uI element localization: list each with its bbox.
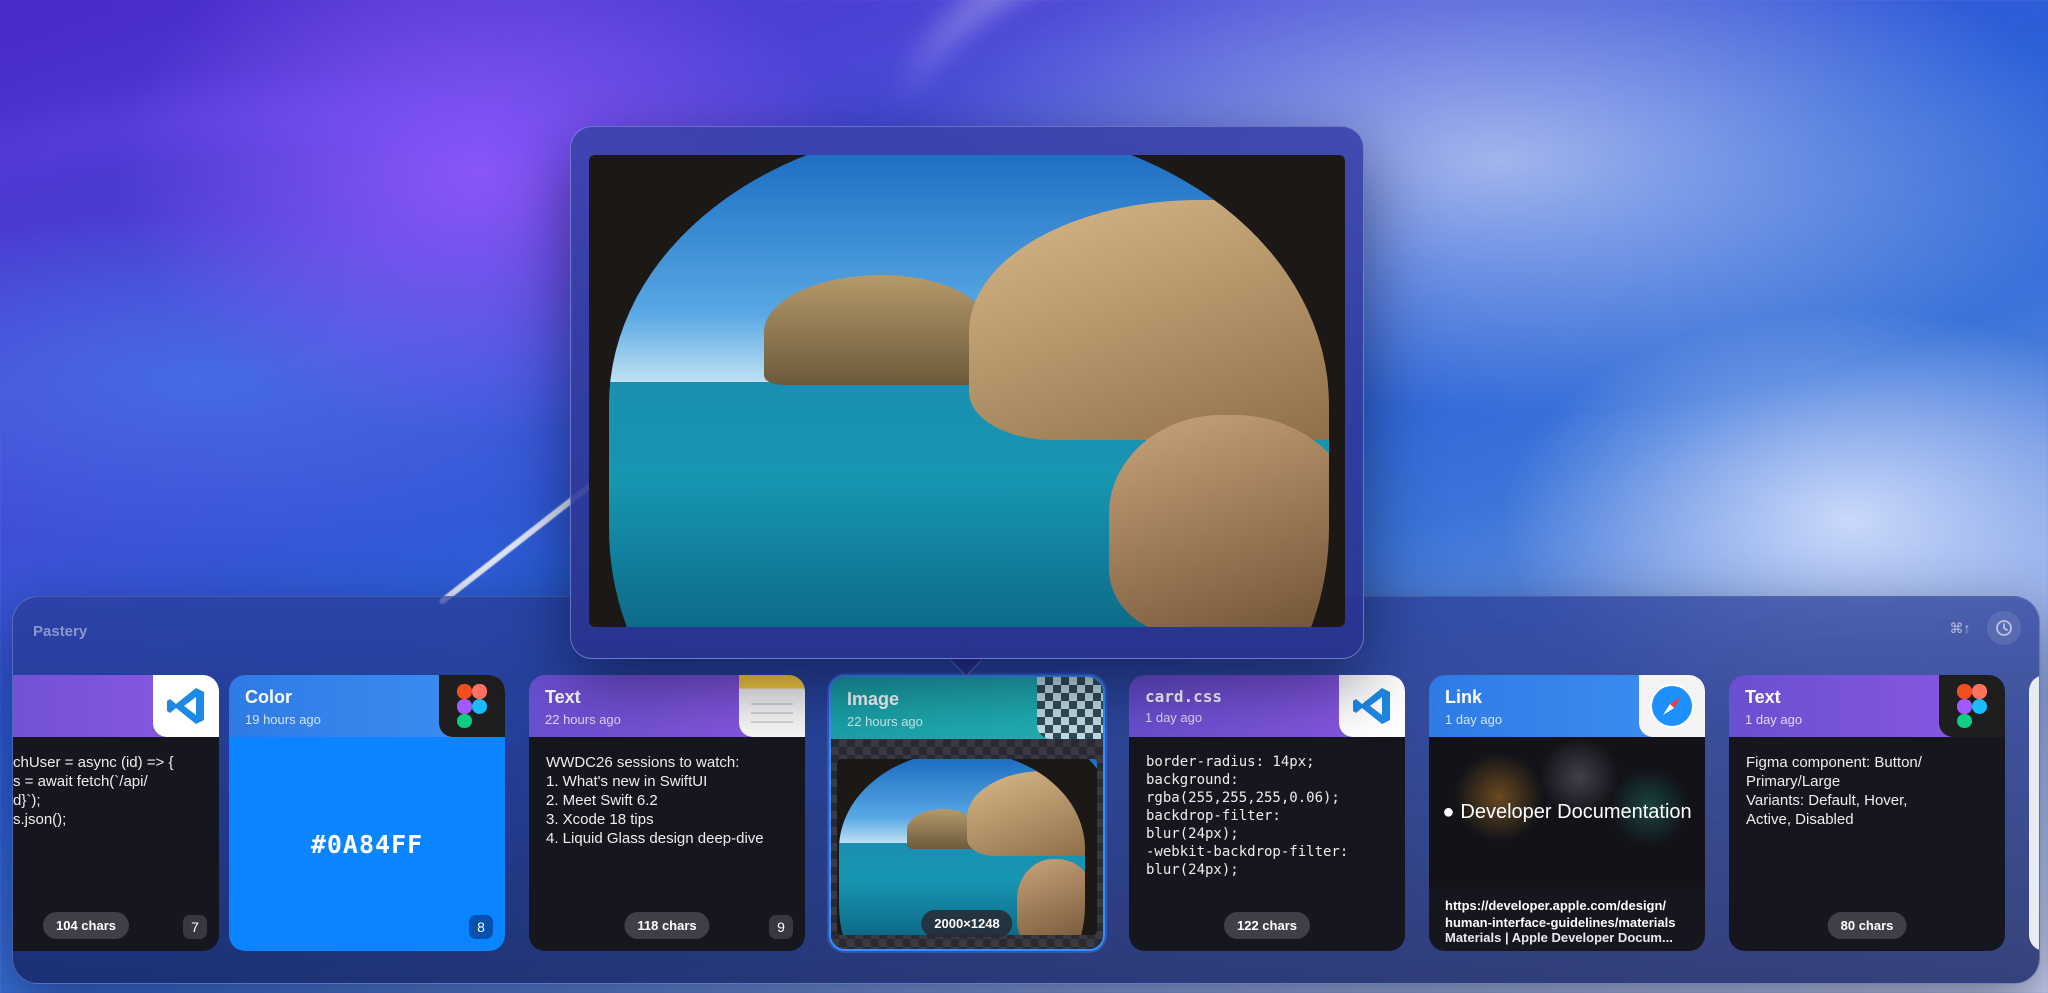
image-preview (589, 155, 1345, 627)
image-thumbnail (837, 759, 1097, 935)
clip-card-text[interactable]: Text 22 hours ago WWDC26 sessions to wat… (529, 675, 805, 951)
image-dimensions-badge: 2000×1248 (921, 910, 1013, 937)
figma-icon (1939, 675, 2005, 737)
char-count-badge: 80 chars (1827, 912, 1907, 939)
tray-title: Pastery (33, 623, 88, 640)
link-preview-title: Developer Documentation (1460, 800, 1692, 823)
image-thumb-icon (1037, 677, 1103, 739)
history-icon[interactable] (1987, 611, 2021, 645)
image-preview-popover (570, 126, 1364, 659)
clip-card-code[interactable]: go chUser = async (id) => { s = await fe… (13, 675, 219, 951)
clip-card-partial[interactable] (2029, 675, 2039, 951)
clip-card-link[interactable]: Link 1 day ago ● Developer Documentation… (1429, 675, 1705, 951)
link-page-title: Materials | Apple Developer Docum... (1445, 930, 1673, 945)
vscode-icon (153, 675, 219, 737)
card-header: go (13, 675, 219, 737)
clip-card-code[interactable]: card.css 1 day ago border-radius: 14px; … (1129, 675, 1405, 951)
card-header: Text 22 hours ago (529, 675, 805, 737)
card-header: Color 19 hours ago (229, 675, 505, 737)
clip-card-text[interactable]: Text 1 day ago Figma component: Button/ … (1729, 675, 2005, 951)
notes-icon (739, 675, 805, 737)
shortcut-index: 8 (469, 915, 493, 939)
shortcut-index: 9 (769, 915, 793, 939)
color-value: #0A84FF (310, 829, 424, 859)
card-header: Link 1 day ago (1429, 675, 1705, 737)
char-count-badge: 104 chars (43, 912, 129, 939)
color-swatch: #0A84FF (229, 737, 505, 951)
char-count-badge: 118 chars (624, 912, 710, 939)
card-header: Text 1 day ago (1729, 675, 2005, 737)
card-header: card.css 1 day ago (1129, 675, 1405, 737)
safari-icon (1639, 675, 1705, 737)
link-url[interactable]: https://developer.apple.com/design/ huma… (1445, 897, 1695, 931)
shortcut-index: 7 (183, 915, 207, 939)
figma-icon (439, 675, 505, 737)
clip-card-color[interactable]: Color 19 hours ago #0A84FF 8 (229, 675, 505, 951)
link-preview-image: ● Developer Documentation (1429, 737, 1705, 887)
pin-icon[interactable]: ⌘↑ (1943, 611, 1977, 645)
vscode-icon (1339, 675, 1405, 737)
card-header: Image 22 hours ago (831, 677, 1103, 739)
char-count-badge: 122 chars (1224, 912, 1310, 939)
apple-logo-icon: ● (1442, 800, 1455, 823)
clip-card-image-selected[interactable]: Image 22 hours ago 2000×1248 (829, 675, 1105, 951)
